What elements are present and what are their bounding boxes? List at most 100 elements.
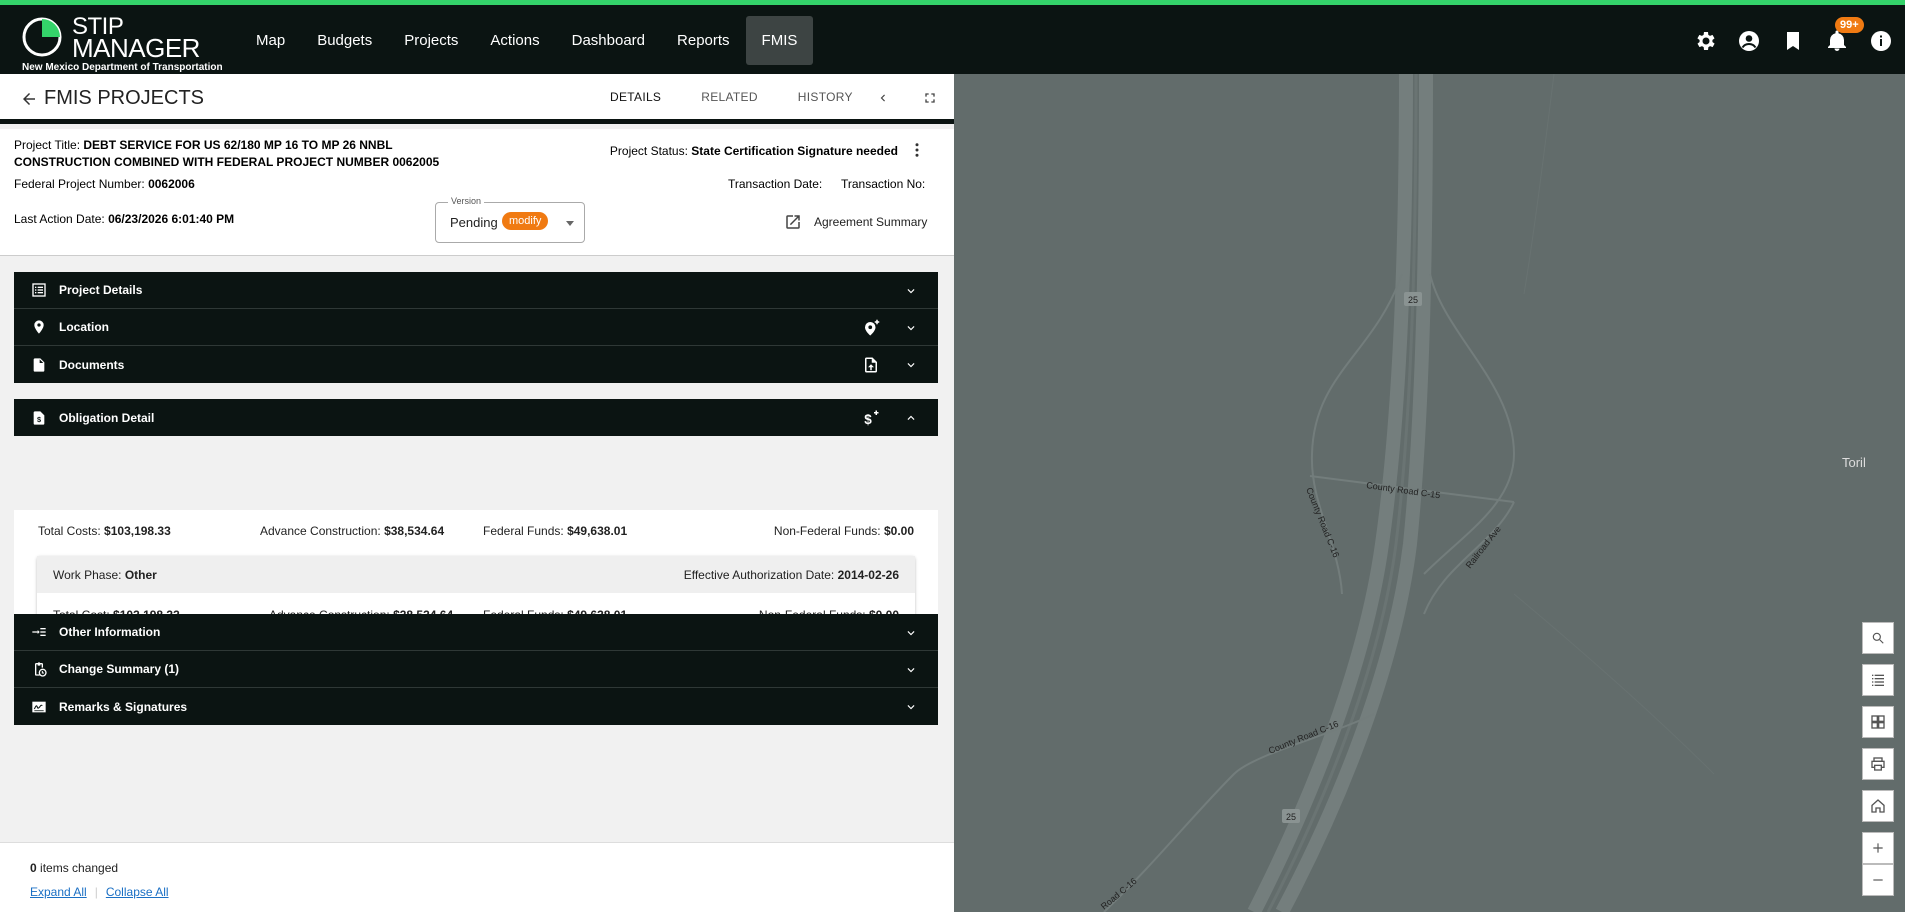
nav-budgets[interactable]: Budgets <box>301 16 388 65</box>
effective-authorization: Effective Authorization Date: 2014-02-26 <box>684 568 899 582</box>
expand-all-link[interactable]: Expand All <box>30 885 87 899</box>
chevron-down-icon[interactable] <box>904 700 918 714</box>
version-select[interactable]: Version Pending modify <box>435 196 585 243</box>
accordion-project-details[interactable]: Project Details <box>14 272 938 309</box>
top-navigation-bar: STIP MANAGER New Mexico Department of Tr… <box>0 0 1905 74</box>
nav-reports[interactable]: Reports <box>661 16 746 65</box>
total-costs: Total Costs: $103,198.33 <box>38 524 171 538</box>
signature-icon <box>32 701 46 712</box>
zoom-out-button[interactable] <box>1862 864 1894 896</box>
top-icon-group: 99+ <box>1693 17 1893 53</box>
work-phase: Work Phase: Other <box>53 568 157 582</box>
map-layers-button[interactable] <box>1862 664 1894 696</box>
chevron-up-icon[interactable] <box>904 411 918 425</box>
accordion-label: Remarks & Signatures <box>59 699 188 714</box>
tab-details[interactable]: DETAILS <box>590 74 682 122</box>
map-view[interactable]: 25 25 County Road C-15 County Road C-16 … <box>954 74 1905 912</box>
document-icon <box>33 357 45 372</box>
project-status-value: State Certification Signature needed <box>691 144 898 158</box>
map-home-button[interactable] <box>1862 790 1894 822</box>
account-circle-icon[interactable] <box>1737 29 1761 53</box>
fpn-value: 0062006 <box>148 177 195 191</box>
upload-file-icon[interactable] <box>862 356 880 374</box>
app-logo[interactable]: STIP MANAGER New Mexico Department of Tr… <box>22 13 223 74</box>
accordion-obligation-header[interactable]: $ Obligation Detail $ <box>14 399 938 436</box>
federal-funds: Federal Funds: $49,638.01 <box>483 524 627 538</box>
svg-text:$: $ <box>864 412 872 427</box>
info-icon[interactable] <box>1869 29 1893 53</box>
chevron-down-icon[interactable] <box>904 626 918 640</box>
fullscreen-icon[interactable] <box>922 90 938 106</box>
fmis-detail-panel: FMIS PROJECTS DETAILS RELATED HISTORY Pr… <box>0 74 954 912</box>
accordion-label: Other Information <box>59 625 161 639</box>
panel-footer: 0 items changed Expand All | Collapse Al… <box>0 842 954 912</box>
accordion-documents[interactable]: Documents <box>14 346 938 383</box>
more-vert-icon[interactable] <box>908 141 926 159</box>
location-pin-icon <box>34 320 44 334</box>
highway-shield-label: 25 <box>1408 295 1418 305</box>
road-label-c16c: Road C-16 <box>1099 876 1139 912</box>
tab-related[interactable]: RELATED <box>681 74 778 122</box>
fpn-label: Federal Project Number: <box>14 177 145 191</box>
accordion-label: Obligation Detail <box>59 410 155 425</box>
add-location-icon[interactable] <box>862 319 880 337</box>
minus-icon <box>1873 879 1883 881</box>
non-federal-funds: Non-Federal Funds: $0.00 <box>774 524 914 538</box>
agreement-summary-label: Agreement Summary <box>814 215 928 229</box>
total-costs-label: Total Costs: <box>38 524 101 538</box>
logo-mark-icon <box>22 17 62 57</box>
notifications-bell-icon[interactable]: 99+ <box>1825 17 1864 53</box>
back-arrow-icon[interactable] <box>20 90 38 108</box>
add-dollar-icon[interactable]: $ <box>862 409 880 427</box>
transaction-no-label: Transaction No: <box>841 177 926 191</box>
nav-map[interactable]: Map <box>240 16 301 65</box>
list-icon <box>32 283 46 297</box>
accordion-remarks-signatures[interactable]: Remarks & Signatures <box>14 688 938 725</box>
map-search-button[interactable] <box>1862 622 1894 654</box>
home-icon <box>1871 799 1885 813</box>
zoom-in-button[interactable] <box>1862 832 1894 864</box>
nonfed-value: $0.00 <box>883 524 914 538</box>
map-basemap-button[interactable] <box>1862 706 1894 738</box>
agreement-summary-link[interactable]: Agreement Summary <box>784 213 927 231</box>
svg-text:$: $ <box>37 415 41 424</box>
advance-label: Advance Construction: <box>260 524 381 538</box>
nav-projects[interactable]: Projects <box>388 16 474 65</box>
settings-gear-icon[interactable] <box>1693 29 1717 53</box>
chevron-down-icon[interactable] <box>904 284 918 298</box>
accordion-change-summary[interactable]: Change Summary (1) <box>14 651 938 688</box>
project-status-label: Project Status: <box>609 144 688 158</box>
accordion-obligation: $ Obligation Detail $ <box>14 399 938 436</box>
link-separator: | <box>94 885 98 899</box>
receipt-dollar-icon: $ <box>33 410 45 425</box>
logo-subtitle: New Mexico Department of Transportation <box>22 62 223 73</box>
place-label: Toril <box>1842 455 1866 470</box>
nav-dashboard[interactable]: Dashboard <box>556 16 661 65</box>
tab-history[interactable]: HISTORY <box>778 74 873 122</box>
logo-text-line2: MANAGER <box>72 33 200 63</box>
collapse-all-link[interactable]: Collapse All <box>106 885 169 899</box>
accordion-label: Documents <box>59 357 125 372</box>
nav-fmis[interactable]: FMIS <box>745 16 814 65</box>
highway-shield-label: 25 <box>1286 812 1296 822</box>
chevron-down-icon[interactable] <box>904 663 918 677</box>
chevron-left-icon[interactable] <box>876 91 890 105</box>
nav-actions[interactable]: Actions <box>474 16 555 65</box>
advance-value: $38,534.64 <box>384 524 445 538</box>
main-nav: Map Budgets Projects Actions Dashboard R… <box>240 16 814 65</box>
project-status: Project Status: State Certification Sign… <box>610 144 898 158</box>
accordion-label: Project Details <box>59 283 143 297</box>
federal-project-number: Federal Project Number: 0062006 <box>14 177 195 191</box>
changed-label: items changed <box>40 861 119 875</box>
search-icon <box>1872 632 1884 644</box>
accordion-location[interactable]: Location <box>14 309 938 346</box>
map-print-button[interactable] <box>1862 748 1894 780</box>
chevron-down-icon[interactable] <box>904 321 918 335</box>
project-info-card: Project Title: DEBT SERVICE FOR US 62/18… <box>0 129 954 256</box>
accordion-other-information[interactable]: Other Information <box>14 614 938 651</box>
bookmark-icon[interactable] <box>1781 29 1805 53</box>
expand-collapse-links: Expand All | Collapse All <box>30 885 169 899</box>
road-label-c16: County Road C-16 <box>1304 486 1341 559</box>
plus-icon <box>1873 843 1883 853</box>
chevron-down-icon[interactable] <box>904 358 918 372</box>
